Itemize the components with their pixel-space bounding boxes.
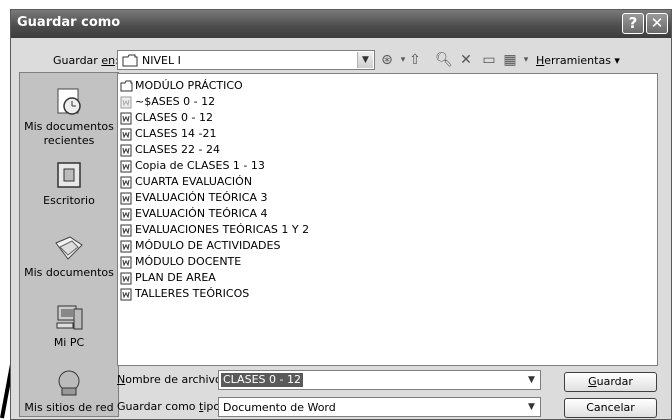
save-in-value: NIVEL I (142, 54, 181, 67)
filename-label: Nombre de archivo: (117, 373, 226, 386)
delete-icon[interactable]: ✕ (457, 51, 475, 69)
tools-menu[interactable]: Herramientas ▾ (536, 54, 620, 67)
list-item[interactable]: CUARTA EVALUACIÓN (120, 174, 252, 190)
desktop-icon (57, 162, 81, 188)
list-item[interactable]: MÓDULO DE ACTIVIDADES (120, 238, 280, 254)
word-document-icon (120, 96, 132, 108)
list-item[interactable]: MÓDULO DOCENTE (120, 254, 241, 270)
list-item[interactable]: EVALUACIÓN TEÓRICA 3 (120, 190, 267, 206)
place-network[interactable]: Mis sitios de red (20, 368, 118, 415)
file-list: MODÚLO PRÁCTICO ~$ASES 0 - 12 CLASES 0 -… (117, 73, 658, 366)
save-in-label: Guardar en: (53, 54, 119, 67)
close-button[interactable]: ✕ (646, 13, 668, 34)
word-document-icon (120, 240, 132, 252)
list-item[interactable]: ~$ASES 0 - 12 (120, 94, 215, 110)
word-document-icon (120, 224, 132, 236)
filename-value: CLASES 0 - 12 (221, 373, 303, 387)
place-desktop[interactable]: Escritorio (20, 161, 118, 208)
filetype-select[interactable]: Documento de Word ▼ (218, 397, 541, 417)
my-documents-icon (55, 236, 83, 260)
word-document-icon (120, 144, 132, 156)
place-label: Escritorio (43, 194, 95, 207)
filename-input[interactable]: CLASES 0 - 12 ▼ (218, 370, 541, 390)
folder-icon (122, 54, 138, 67)
word-document-icon (120, 288, 132, 300)
place-my-documents[interactable]: Mis documentos (20, 233, 118, 280)
views-dropdown-icon[interactable]: ▾ (517, 51, 535, 69)
cancel-button[interactable]: Cancelar (564, 398, 657, 418)
recent-documents-icon (57, 88, 81, 115)
folder-icon (120, 80, 133, 91)
word-document-icon (120, 176, 132, 188)
place-label: Mi PC (53, 336, 85, 349)
dialog-title: Guardar como (17, 15, 121, 30)
chevron-down-icon[interactable]: ▼ (524, 372, 539, 388)
list-item[interactable]: CLASES 0 - 12 (120, 110, 213, 126)
place-label: Mis sitios de red (24, 401, 114, 414)
word-document-icon (120, 208, 132, 220)
filetype-value: Documento de Word (223, 401, 336, 414)
list-item[interactable]: PLAN DE AREA (120, 270, 216, 286)
title-bar: Guardar como ? ✕ (11, 10, 671, 38)
search-web-icon[interactable]: 🔍︎ (435, 51, 453, 69)
list-item[interactable]: TALLERES TEÓRICOS (120, 286, 249, 302)
list-item[interactable]: MODÚLO PRÁCTICO (120, 78, 243, 94)
help-button[interactable]: ? (622, 13, 644, 34)
word-document-icon (120, 160, 132, 172)
chevron-down-icon[interactable]: ▼ (357, 52, 373, 68)
my-computer-icon (56, 305, 83, 330)
list-item[interactable]: EVALUACIÓN TEÓRICA 4 (120, 206, 267, 222)
save-as-dialog: Guardar como ? ✕ Guardar en: NIVEL I ▼ ⊛… (10, 9, 672, 420)
word-document-icon (120, 112, 132, 124)
place-label: Mis documentos recientes (24, 120, 114, 147)
filetype-label: Guardar como tipo: (117, 400, 224, 413)
list-item[interactable]: CLASES 14 -21 (120, 126, 216, 142)
word-document-icon (120, 256, 132, 268)
place-label: Mis documentos (24, 266, 114, 279)
up-folder-icon[interactable]: ⇧ (406, 51, 424, 69)
chevron-down-icon[interactable]: ▼ (524, 399, 539, 415)
list-item[interactable]: Copia de CLASES 1 - 13 (120, 158, 265, 174)
list-item[interactable]: CLASES 22 - 24 (120, 142, 220, 158)
new-folder-icon[interactable]: ▭ (480, 51, 498, 69)
word-document-icon (120, 272, 132, 284)
list-item[interactable]: EVALUACIONES TEÓRICAS 1 Y 2 (120, 222, 309, 238)
place-my-computer[interactable]: Mi PC (20, 303, 118, 350)
places-bar: Mis documentos recientes Escritorio Mis … (19, 72, 119, 417)
network-places-icon (58, 370, 80, 396)
word-document-icon (120, 128, 132, 140)
place-recent-documents[interactable]: Mis documentos recientes (20, 87, 118, 148)
save-button[interactable]: Guardar (564, 372, 657, 392)
save-in-dropdown[interactable]: NIVEL I ▼ (117, 50, 375, 70)
word-document-icon (120, 192, 132, 204)
